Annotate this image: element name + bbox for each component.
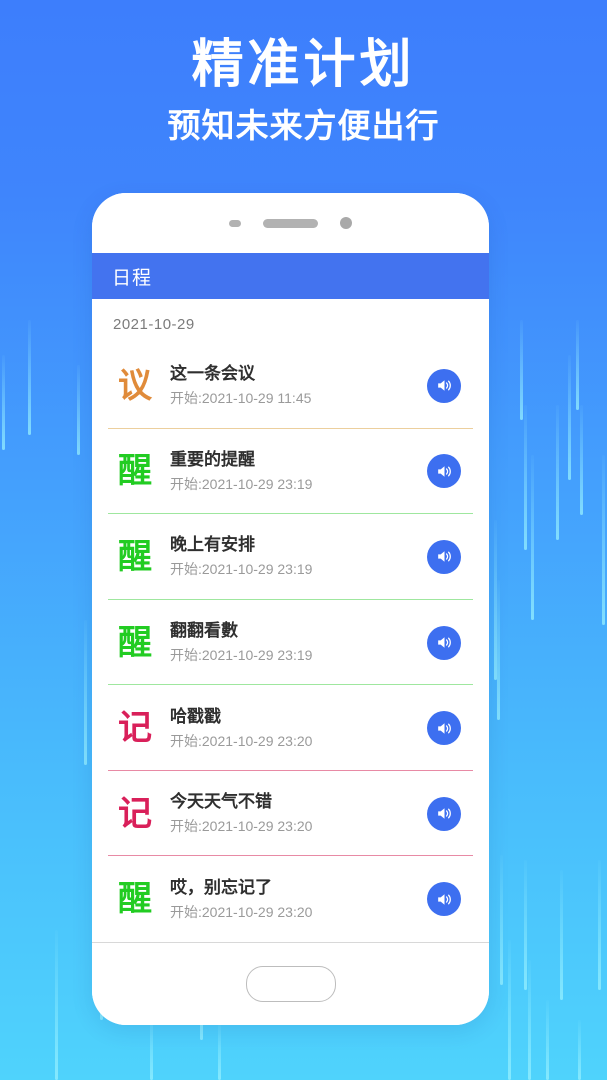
speaker-icon[interactable]	[427, 368, 461, 403]
rain-line	[602, 455, 605, 625]
proximity-sensor-icon	[229, 219, 241, 227]
schedule-item[interactable]: 醒哎，别忘记了开始:2021-10-29 23:20	[108, 856, 473, 942]
schedule-item-text: 这一条会议开始:2021-10-29 11:45	[162, 362, 427, 409]
schedule-item[interactable]: 醒翻翻看數开始:2021-10-29 23:19	[108, 600, 473, 686]
rain-line	[28, 320, 31, 435]
schedule-item-type-badge: 记	[118, 794, 152, 833]
speaker-icon[interactable]	[427, 454, 461, 489]
schedule-item-type-badge: 议	[118, 366, 152, 405]
schedule-item[interactable]: 记今天天气不错开始:2021-10-29 23:20	[108, 771, 473, 857]
schedule-item[interactable]: 醒重要的提醒开始:2021-10-29 23:19	[108, 429, 473, 515]
front-camera-icon	[340, 217, 352, 229]
schedule-item-title: 这一条会议	[170, 364, 255, 384]
rain-line	[568, 355, 571, 480]
app-bar: 日程	[92, 253, 489, 299]
schedule-list: 议这一条会议 开始:2021-10-29 11:45 醒重要的提醒 开始:2021-1…	[92, 343, 489, 942]
rain-line	[528, 960, 531, 1080]
schedule-item-text: 哈戳戳开始:2021-10-29 23:20	[162, 705, 427, 752]
headline-block: 精准计划 预知未来方便出行	[0, 34, 607, 148]
rain-line	[576, 320, 579, 410]
rain-line	[524, 860, 527, 990]
schedule-item-title: 翻翻看數	[170, 621, 238, 641]
rain-line	[560, 870, 563, 1000]
rain-line	[2, 355, 5, 450]
rain-line	[524, 405, 527, 550]
schedule-item-type-badge: 醒	[118, 452, 152, 491]
app-screen: 2021-10-29 议这一条会议 开始:2021-10-29 11:45 醒重要的…	[92, 299, 489, 942]
page-title: 精准计划	[191, 36, 416, 94]
phone-top-bezel	[92, 193, 489, 253]
schedule-item-start-time: 开始:2021-10-29 23:20	[170, 818, 313, 835]
schedule-item-divider	[108, 941, 473, 942]
app-bar-title: 日程	[112, 267, 153, 289]
speaker-icon[interactable]	[427, 882, 461, 917]
home-button[interactable]	[245, 966, 336, 1002]
phone-bottom-bezel	[92, 942, 489, 1025]
schedule-item-text: 晚上有安排开始:2021-10-29 23:19	[162, 533, 427, 580]
rain-line	[84, 620, 87, 765]
schedule-item-title: 重要的提醒	[170, 449, 255, 469]
schedule-item[interactable]: 醒晚上有安排开始:2021-10-29 23:19	[108, 514, 473, 600]
schedule-item-start-time: 开始:2021-10-29 23:20	[170, 903, 313, 920]
rain-line	[55, 930, 58, 1080]
schedule-item-type-badge: 醒	[118, 623, 152, 662]
rain-line	[531, 455, 534, 620]
rain-line	[500, 855, 503, 985]
speaker-icon[interactable]	[427, 711, 461, 746]
date-label: 2021-10-29	[113, 316, 195, 333]
schedule-item-text: 重要的提醒开始:2021-10-29 23:19	[162, 448, 427, 495]
rain-line	[580, 405, 583, 515]
rain-line	[546, 1000, 549, 1080]
rain-line	[508, 940, 511, 1080]
page-subtitle: 预知未来方便出行	[167, 107, 440, 144]
schedule-item-title: 哈戳戳	[170, 706, 221, 726]
schedule-item-title: 哎，别忘记了	[170, 877, 272, 897]
speaker-icon[interactable]	[427, 796, 461, 831]
rain-line	[218, 1020, 221, 1080]
speaker-icon[interactable]	[427, 539, 461, 574]
speaker-icon[interactable]	[427, 625, 461, 660]
schedule-item-title: 今天天气不错	[170, 792, 272, 812]
schedule-item[interactable]: 记哈戳戳开始:2021-10-29 23:20	[108, 685, 473, 771]
schedule-item-text: 翻翻看數开始:2021-10-29 23:19	[162, 619, 427, 666]
schedule-item-start-time: 开始:2021-10-29 23:20	[170, 732, 313, 749]
rain-line	[598, 860, 601, 990]
schedule-item-text: 哎，别忘记了开始:2021-10-29 23:20	[162, 876, 427, 923]
phone-mockup: 日程 2021-10-29 议这一条会议 开始:2021-10-29 11:45 醒…	[92, 193, 489, 1025]
schedule-item[interactable]: 议这一条会议开始:2021-10-29 11:45	[108, 343, 473, 429]
rain-line	[77, 365, 80, 455]
schedule-item-start-time: 开始:2021-10-29 23:19	[170, 561, 313, 578]
rain-line	[520, 320, 523, 420]
schedule-item-type-badge: 醒	[118, 880, 152, 919]
schedule-item-type-badge: 记	[118, 709, 152, 748]
rain-line	[494, 520, 497, 680]
earpiece-speaker-icon	[263, 218, 318, 228]
promo-screenshot: 精准计划 预知未来方便出行 日程 2021-10-29 议这一条会议开始:202…	[0, 0, 607, 1080]
schedule-item-type-badge: 醒	[118, 537, 152, 576]
schedule-item-start-time: 开始:2021-10-29 23:19	[170, 475, 313, 492]
schedule-item-text: 今天天气不错开始:2021-10-29 23:20	[162, 790, 427, 837]
rain-line	[497, 580, 500, 720]
rain-line	[578, 1020, 581, 1080]
schedule-item-start-time: 开始:2021-10-29 23:19	[170, 647, 313, 664]
rain-line	[556, 405, 559, 540]
schedule-item-start-time: 开始:2021-10-29 11:45	[170, 390, 312, 407]
schedule-item-title: 晚上有安排	[170, 535, 255, 555]
